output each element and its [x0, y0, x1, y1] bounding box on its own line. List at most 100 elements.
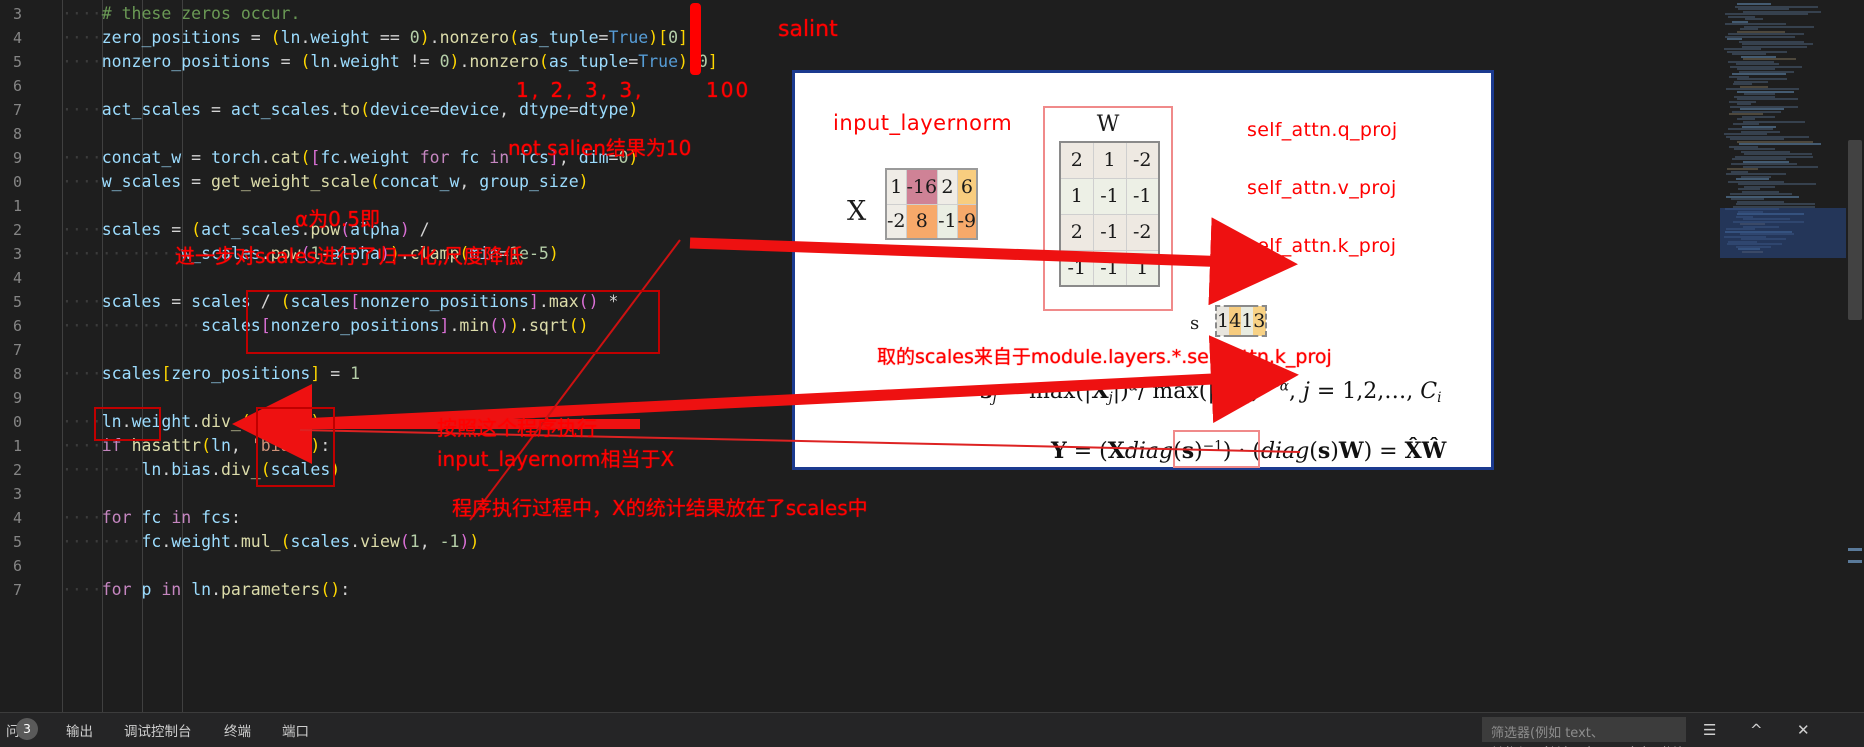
code-token: fc — [141, 508, 162, 527]
tab-debug-console[interactable]: 调试控制台 — [124, 720, 192, 740]
code-token: = — [161, 292, 192, 311]
code-line[interactable]: ····zero_positions = (ln.weight == 0).no… — [62, 26, 688, 50]
code-line[interactable]: ········ln.bias.div_(scales) — [62, 458, 340, 482]
code-token: device — [370, 100, 430, 119]
w-matrix-cell: -1 — [1125, 177, 1160, 215]
code-token: dtype — [519, 100, 569, 119]
code-token: for — [101, 508, 132, 527]
code-token: ) — [678, 52, 688, 71]
line-number: 7 — [12, 581, 22, 599]
scrollbar-thumb[interactable] — [1848, 140, 1862, 320]
whitespace-dots: ········ — [62, 460, 142, 479]
tab-terminal[interactable]: 终端 — [224, 720, 251, 740]
code-token: nonzero — [439, 28, 510, 47]
collapse-icon[interactable]: ^ — [1750, 721, 1763, 739]
code-line[interactable]: ····for p in ln.parameters(): — [62, 578, 350, 602]
tab-output[interactable]: 输出 — [66, 720, 93, 740]
x-matrix-cell: 8 — [905, 203, 939, 240]
close-icon[interactable]: ✕ — [1797, 721, 1810, 739]
bottom-panel-bar[interactable]: 问题 3 输出 调试控制台 终端 端口 筛选器(例如 text、**/*.ts、… — [0, 712, 1864, 747]
code-token: nonzero — [469, 52, 539, 71]
code-line[interactable]: ····ln.weight.div_(scales) — [62, 410, 320, 434]
code-token: True — [638, 52, 679, 71]
code-token: ) — [310, 436, 321, 455]
code-token: True — [608, 28, 649, 47]
label-self-attn-v-proj: self_attn.v_proj — [1247, 177, 1397, 199]
code-token: pow — [270, 244, 301, 263]
code-token: clamp — [409, 244, 460, 263]
filter-input[interactable]: 筛选器(例如 text、**/*.ts、!**/node_modules/**) — [1482, 717, 1686, 747]
code-line[interactable]: ····if hasattr(ln, 'bias'): — [62, 434, 330, 458]
code-line[interactable]: ····w_scales = get_weight_scale(concat_w… — [62, 170, 589, 194]
code-line[interactable]: ····scales = (act_scales.pow(alpha) / — [62, 218, 430, 242]
code-token: scales — [101, 220, 162, 239]
code-token: w_scales — [101, 172, 182, 191]
code-token: scales — [250, 412, 311, 431]
code-token: != — [399, 52, 440, 71]
code-token: = — [270, 52, 301, 71]
code-token: / — [409, 220, 430, 239]
s-vector-row: 1413 — [1216, 306, 1267, 336]
code-token: ln — [141, 460, 162, 479]
code-token: in — [489, 148, 510, 167]
code-line[interactable]: ····scales = scales / (scales[nonzero_po… — [62, 290, 618, 314]
code-token: [ — [161, 364, 172, 383]
code-token: 1 — [409, 532, 420, 551]
code-token: weight — [350, 148, 410, 167]
w-matrix-cell: -1 — [1059, 249, 1094, 287]
tab-ports[interactable]: 端口 — [282, 720, 309, 740]
code-line[interactable]: ····scales[zero_positions] = 1 — [62, 362, 360, 386]
code-token: in — [161, 580, 182, 599]
code-token: [ — [658, 28, 669, 47]
code-token: scales — [290, 532, 351, 551]
w-matrix-highlight-box: W 2 1 -2 1 -1 -1 2 -1 -2 -1 -1 1 — [1043, 106, 1173, 311]
code-token: parameters — [221, 580, 321, 599]
code-token: ) — [389, 244, 400, 263]
code-token: ) — [469, 532, 480, 551]
filter-lines-icon[interactable]: ☰ — [1703, 721, 1716, 739]
code-token: # these zeros occur. — [101, 4, 301, 23]
code-token: fcs — [519, 148, 549, 167]
code-line[interactable]: ········fc.weight.mul_(scales.view(1, -1… — [62, 530, 479, 554]
line-number: 3 — [12, 5, 22, 23]
code-token: ( — [240, 412, 251, 431]
w-matrix-cell: 1 — [1125, 249, 1160, 287]
code-line[interactable]: ············w_scales.pow(1-alpha)).clamp… — [62, 242, 559, 266]
minimap-viewport[interactable] — [1720, 208, 1846, 258]
code-token: ) — [310, 412, 321, 431]
code-line[interactable]: ····concat_w = torch.cat([fc.weight for … — [62, 146, 638, 170]
code-token: , — [558, 148, 579, 167]
code-token: = — [181, 172, 212, 191]
code-token: = — [161, 220, 192, 239]
code-token: , — [419, 532, 440, 551]
code-token: = — [429, 100, 440, 119]
code-token: scales — [270, 460, 331, 479]
code-line[interactable]: ····for fc in fcs: — [62, 506, 241, 530]
w-matrix-cell: 1 — [1059, 177, 1094, 215]
code-token: ) — [499, 316, 510, 335]
code-line[interactable]: ····act_scales = act_scales.to(device=de… — [62, 98, 638, 122]
line-number: 5 — [12, 53, 22, 71]
code-token: ( — [270, 28, 281, 47]
code-token: = — [608, 148, 619, 167]
code-token: [ — [260, 316, 271, 335]
code-token: = — [598, 28, 609, 47]
code-line[interactable]: ··············scales[nonzero_positions].… — [62, 314, 589, 338]
code-token: to — [340, 100, 361, 119]
x-matrix-row: -2 8 -1 -9 — [885, 203, 978, 240]
code-token: , — [459, 172, 480, 191]
whitespace-dots: ···· — [62, 100, 102, 119]
vertical-scrollbar[interactable] — [1846, 0, 1864, 712]
code-token: - — [320, 244, 331, 263]
w-matrix-cell: -1 — [1092, 177, 1127, 215]
minimap[interactable] — [1720, 0, 1846, 712]
line-number: 7 — [12, 101, 22, 119]
w-matrix-cell: -1 — [1092, 213, 1127, 251]
code-line[interactable]: ····nonzero_positions = (ln.weight != 0)… — [62, 50, 718, 74]
code-line[interactable]: ····# these zeros occur. — [62, 2, 300, 26]
code-token: ) — [330, 580, 341, 599]
code-token: . — [230, 532, 241, 551]
